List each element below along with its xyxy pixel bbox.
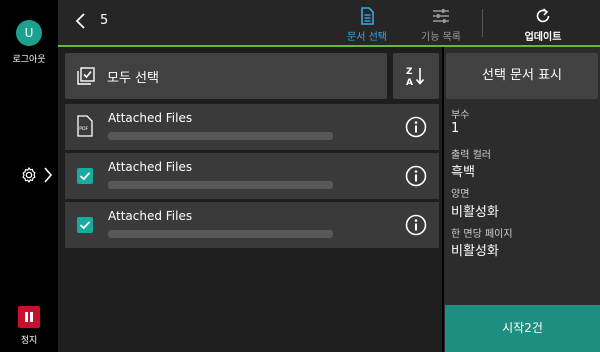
- refresh-icon: [536, 8, 550, 23]
- prop-copies-value: 1: [451, 121, 460, 136]
- checkbox-checked[interactable]: [77, 217, 93, 233]
- document-item[interactable]: Attached Files: [65, 202, 439, 248]
- checkbox-checked[interactable]: [77, 168, 93, 184]
- left-rail: U 로그아웃 정지: [0, 0, 58, 352]
- blurred-detail: [108, 181, 333, 189]
- sort-z-a-icon: Z A: [406, 67, 425, 87]
- prop-color-value: 흑백: [451, 165, 475, 180]
- blurred-detail: [108, 132, 333, 140]
- svg-text:PDF: PDF: [79, 126, 88, 132]
- tab-function-list-label: 기능 목록: [421, 32, 461, 43]
- document-item[interactable]: PDF Attached Files: [65, 104, 439, 150]
- sort-button[interactable]: Z A: [393, 53, 439, 99]
- back-arrow-icon[interactable]: [74, 12, 86, 30]
- user-avatar[interactable]: U: [16, 20, 42, 46]
- select-all-label: 모두 선택: [107, 71, 159, 86]
- document-title: Attached Files: [108, 209, 193, 223]
- info-icon[interactable]: [405, 214, 427, 236]
- info-icon[interactable]: [405, 165, 427, 187]
- tab-function-list[interactable]: 기능 목록: [408, 0, 474, 46]
- prop-duplex-label: 양면: [451, 189, 470, 200]
- tab-select-documents[interactable]: 문서 선택: [336, 0, 398, 46]
- prop-color-label: 출력 컬러: [451, 150, 491, 161]
- pdf-file-icon: PDF: [77, 115, 93, 137]
- prop-pages-per-side-value: 비활성화: [451, 244, 499, 259]
- prop-copies-label: 부수: [451, 110, 470, 121]
- blurred-detail: [108, 230, 333, 238]
- check-icon: [79, 221, 91, 230]
- show-selected-documents-button[interactable]: 선택 문서 표시: [446, 53, 598, 99]
- document-item[interactable]: Attached Files: [65, 153, 439, 199]
- logout-label[interactable]: 로그아웃: [0, 52, 58, 65]
- tab-select-documents-label: 문서 선택: [347, 32, 387, 43]
- update-label: 업데이트: [524, 32, 562, 43]
- prop-pages-per-side-label: 한 면당 페이지: [451, 229, 513, 240]
- prop-duplex-value: 비활성화: [451, 205, 499, 220]
- start-button[interactable]: 시작2건: [445, 305, 600, 352]
- stop-button[interactable]: [18, 306, 40, 328]
- chevron-right-icon[interactable]: [43, 166, 53, 184]
- svg-text:A: A: [406, 78, 413, 87]
- document-title: Attached Files: [108, 160, 193, 174]
- header-divider: [482, 9, 483, 37]
- select-all-icon: [77, 67, 95, 85]
- gear-icon[interactable]: [20, 166, 38, 184]
- select-all-button[interactable]: 모두 선택: [65, 53, 387, 99]
- document-count: 5: [100, 13, 109, 28]
- update-button[interactable]: 업데이트: [510, 0, 576, 46]
- svg-text:Z: Z: [406, 67, 413, 77]
- document-icon: [361, 7, 374, 25]
- stop-label: 정지: [20, 336, 38, 346]
- header-bar: 5 문서 선택 기능 목록 업데이트: [58, 0, 600, 46]
- info-icon[interactable]: [405, 116, 427, 138]
- check-icon: [79, 172, 91, 181]
- sliders-icon: [433, 9, 449, 23]
- document-title: Attached Files: [108, 111, 193, 125]
